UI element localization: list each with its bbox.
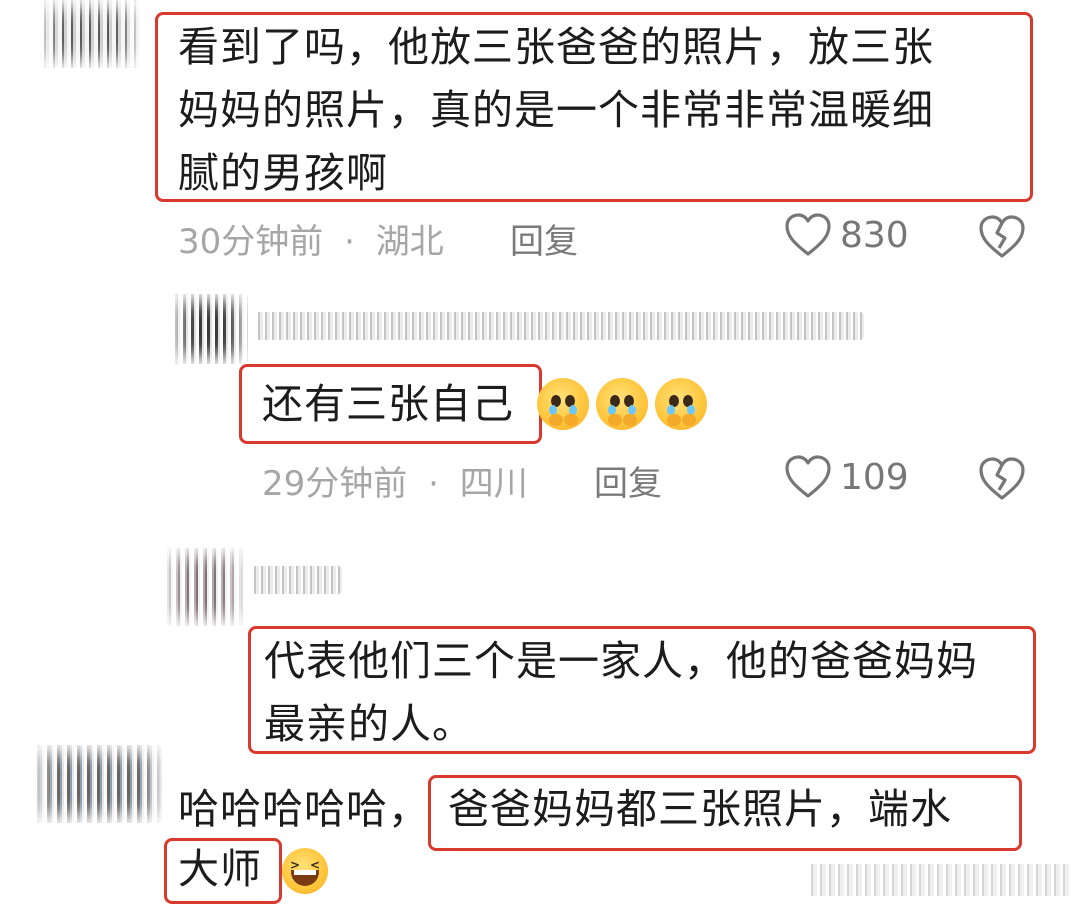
like-button[interactable]: 109 bbox=[784, 454, 909, 500]
avatar[interactable] bbox=[164, 548, 244, 626]
heart-icon bbox=[785, 455, 831, 498]
comment-text: 看到了吗，他放三张爸爸的照片，放三张 妈妈的照片，真的是一个非常非常温暖细 腻的… bbox=[178, 16, 1018, 205]
avatar[interactable] bbox=[34, 745, 162, 823]
comment-prefix: 哈哈哈哈哈， bbox=[178, 785, 430, 833]
avatar[interactable] bbox=[40, 0, 140, 68]
comment-line: 代表他们三个是一家人，他的爸爸妈妈 bbox=[264, 637, 978, 685]
comment-line: 最亲的人。 bbox=[264, 700, 474, 748]
broken-heart-icon[interactable] bbox=[977, 456, 1027, 502]
comment-meta: 30分钟前 · 湖北 bbox=[178, 214, 444, 263]
comment-line: 腻的男孩啊 bbox=[178, 149, 388, 197]
username[interactable] bbox=[256, 312, 864, 340]
broken-heart-icon[interactable] bbox=[977, 214, 1027, 260]
comment-line: 妈妈的照片，真的是一个非常非常温暖细 bbox=[178, 86, 934, 134]
pleading-crying-emoji bbox=[655, 378, 707, 430]
watermark bbox=[808, 864, 1072, 896]
meta-separator: · bbox=[428, 464, 439, 504]
like-button[interactable]: 830 bbox=[784, 212, 909, 258]
comment-text: 代表他们三个是一家人，他的爸爸妈妈 最亲的人。 bbox=[264, 630, 1034, 756]
comment-location: 湖北 bbox=[375, 222, 444, 262]
laughing-emoji: > < bbox=[282, 848, 328, 894]
pleading-crying-emoji bbox=[596, 378, 648, 430]
avatar[interactable] bbox=[172, 294, 248, 364]
comment-line: 看到了吗，他放三张爸爸的照片，放三张 bbox=[178, 23, 934, 71]
comment-time: 29分钟前 bbox=[262, 464, 408, 504]
meta-separator: · bbox=[344, 222, 355, 262]
reply-text: 还有三张自己 bbox=[262, 380, 514, 428]
comment-boxed-text: 爸爸妈妈都三张照片，端水 bbox=[448, 785, 952, 833]
pleading-crying-emoji bbox=[537, 378, 589, 430]
comment-location: 四川 bbox=[459, 464, 528, 504]
comment-boxed-text: 大师 bbox=[178, 845, 262, 893]
heart-icon bbox=[785, 213, 831, 256]
username[interactable] bbox=[252, 566, 342, 594]
like-count: 830 bbox=[840, 214, 909, 256]
comment-time: 30分钟前 bbox=[178, 222, 324, 262]
like-count: 109 bbox=[840, 456, 909, 498]
comment-meta: 29分钟前 · 四川 bbox=[262, 456, 528, 505]
reply-button[interactable]: 回复 bbox=[510, 214, 578, 263]
reply-button[interactable]: 回复 bbox=[594, 456, 662, 505]
